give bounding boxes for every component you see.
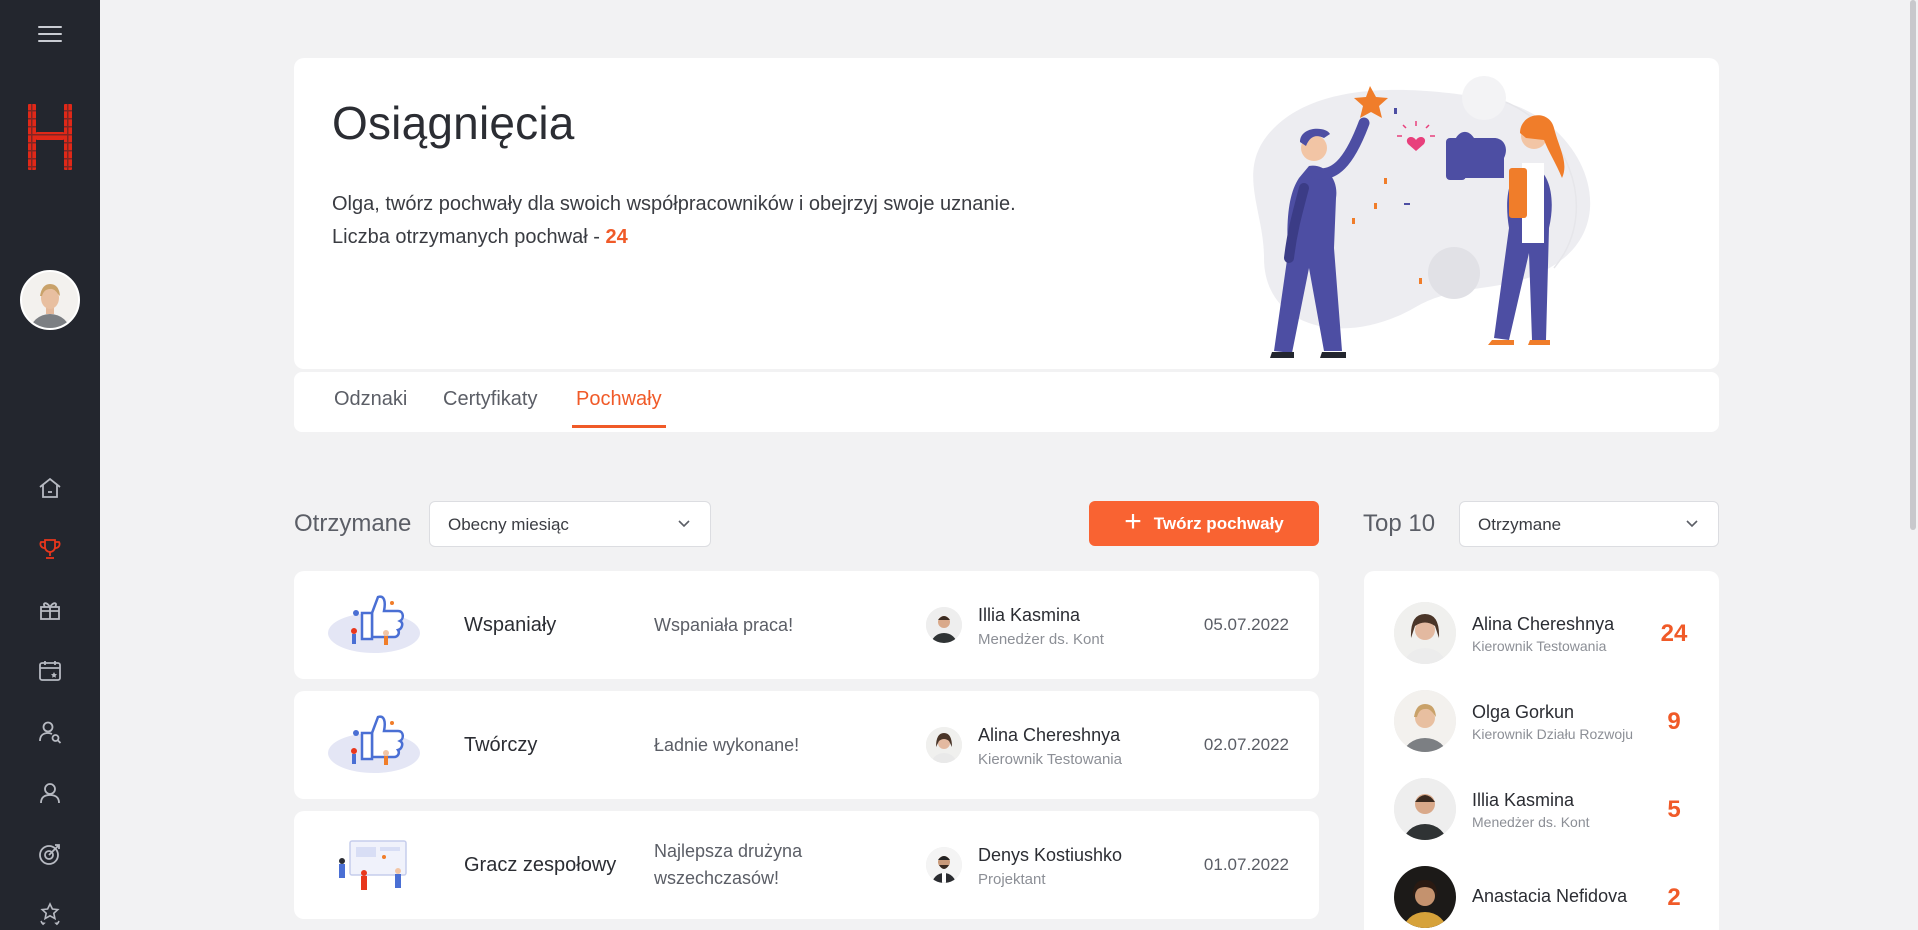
thumbs-up-illustration bbox=[328, 715, 420, 773]
hero-illustration bbox=[1253, 76, 1591, 358]
thumbs-up-illustration bbox=[328, 595, 420, 653]
home-icon[interactable] bbox=[36, 474, 64, 502]
stars-icon[interactable] bbox=[36, 900, 64, 928]
praise-date: 05.07.2022 bbox=[1203, 615, 1289, 634]
praise-title: Gracz zespołowy bbox=[464, 853, 617, 876]
top10-score: 9 bbox=[1667, 708, 1681, 735]
received-label: Otrzymane bbox=[294, 510, 412, 537]
top10-card: Alina Chereshnya Kierownik Testowania 24… bbox=[1364, 571, 1719, 930]
sender-avatar bbox=[926, 727, 962, 763]
top10-name: Alina Chereshnya bbox=[1472, 614, 1615, 634]
trophy-icon[interactable] bbox=[36, 535, 64, 563]
top10-avatar bbox=[1394, 866, 1456, 928]
top10-item[interactable]: Anastacia Nefidova 2 bbox=[1394, 866, 1694, 930]
praise-row[interactable]: Gracz zespołowy Najlepsza drużyna wszech… bbox=[294, 811, 1319, 919]
sender-name[interactable]: Denys Kostiushko bbox=[978, 845, 1122, 866]
team-player-illustration bbox=[339, 840, 407, 890]
praise-row[interactable]: Twórczy Ładnie wykonane! Alina Chereshny… bbox=[294, 691, 1319, 799]
tab-certificates[interactable]: Certyfikaty bbox=[443, 388, 537, 425]
plus-icon: + bbox=[1124, 505, 1142, 538]
achievements-hero-card: Osiągnięcia Olga, twórz pochwały dla swo… bbox=[294, 58, 1719, 369]
top10-select-value: Otrzymane bbox=[1478, 515, 1562, 534]
praise-date: 02.07.2022 bbox=[1203, 735, 1289, 754]
tab-praises[interactable]: Pochwały bbox=[572, 388, 666, 428]
praise-message: Najlepsza drużyna wszechczasów! bbox=[654, 841, 803, 888]
chevron-down-icon bbox=[678, 520, 690, 528]
top10-select[interactable]: Otrzymane bbox=[1459, 501, 1719, 547]
achievements-tabs: Odznaki Certyfikaty Pochwały bbox=[294, 372, 1719, 432]
target-icon[interactable] bbox=[36, 840, 64, 868]
period-select[interactable]: Obecny miesiąc bbox=[429, 501, 711, 547]
sender-info: Alina Chereshnya Kierownik Testowania bbox=[978, 725, 1122, 768]
calendar-star-icon[interactable] bbox=[36, 657, 64, 685]
praise-count: 24 bbox=[605, 226, 628, 248]
top10-role: Menedżer ds. Kont bbox=[1472, 814, 1590, 830]
praise-row[interactable]: Wspaniały Wspaniała praca! Illia Kasmina… bbox=[294, 571, 1319, 679]
scrollbar-thumb[interactable] bbox=[1910, 0, 1916, 530]
chevron-down-icon bbox=[1686, 520, 1698, 528]
top10-item[interactable]: Olga Gorkun Kierownik Działu Rozwoju 9 bbox=[1394, 690, 1694, 754]
top10-score: 5 bbox=[1667, 796, 1681, 823]
user-icon[interactable] bbox=[36, 779, 64, 807]
sender-info: Illia Kasmina Menedżer ds. Kont bbox=[978, 605, 1104, 648]
top10-name: Illia Kasmina bbox=[1472, 790, 1575, 810]
praise-message: Wspaniała praca! bbox=[654, 614, 794, 635]
top10-avatar bbox=[1394, 602, 1456, 664]
praise-title: Wspaniały bbox=[464, 613, 557, 636]
page-scrollbar[interactable] bbox=[1908, 0, 1918, 930]
praise-title: Twórczy bbox=[464, 733, 538, 756]
top10-label: Top 10 bbox=[1363, 510, 1436, 537]
top10-name: Olga Gorkun bbox=[1472, 702, 1575, 722]
top10-role: Kierownik Testowania bbox=[1472, 638, 1607, 654]
top10-score: 24 bbox=[1660, 620, 1688, 647]
create-praise-label: Twórz pochwały bbox=[1153, 513, 1284, 533]
top10-item[interactable]: Illia Kasmina Menedżer ds. Kont 5 bbox=[1394, 778, 1694, 842]
company-logo[interactable] bbox=[28, 104, 72, 170]
top10-name: Anastacia Nefidova bbox=[1472, 886, 1628, 906]
create-praise-button[interactable]: + Twórz pochwały bbox=[1089, 501, 1319, 546]
tab-badges[interactable]: Odznaki bbox=[334, 388, 407, 425]
praise-date: 01.07.2022 bbox=[1203, 855, 1289, 874]
praise-message: Ładnie wykonane! bbox=[654, 734, 800, 755]
period-select-value: Obecny miesiąc bbox=[448, 515, 569, 534]
top10-role: Kierownik Działu Rozwoju bbox=[1472, 726, 1634, 742]
user-avatar[interactable] bbox=[20, 270, 80, 330]
user-search-icon[interactable] bbox=[36, 718, 64, 746]
top10-avatar bbox=[1394, 778, 1456, 840]
page-title: Osiągnięcia bbox=[332, 97, 575, 149]
hero-line-2: Liczba otrzymanych pochwał - 24 bbox=[332, 221, 1016, 254]
gift-icon[interactable] bbox=[36, 596, 64, 624]
sender-avatar bbox=[926, 607, 962, 643]
top10-avatar bbox=[1394, 690, 1456, 752]
hero-line-1: Olga, twórz pochwały dla swoich współpra… bbox=[332, 193, 1016, 215]
sender-info: Denys Kostiushko Projektant bbox=[978, 845, 1122, 888]
sender-avatar bbox=[926, 847, 962, 883]
hamburger-menu-icon[interactable] bbox=[38, 26, 62, 46]
sender-name[interactable]: Illia Kasmina bbox=[978, 605, 1104, 626]
praise-count-label: Liczba otrzymanych pochwał - bbox=[332, 226, 606, 248]
hero-description: Olga, twórz pochwały dla swoich współpra… bbox=[332, 188, 1016, 254]
top10-item[interactable]: Alina Chereshnya Kierownik Testowania 24 bbox=[1394, 602, 1694, 666]
sender-name[interactable]: Alina Chereshnya bbox=[978, 725, 1122, 746]
sender-role: Projektant bbox=[978, 871, 1046, 888]
top10-score: 2 bbox=[1667, 884, 1681, 911]
sender-role: Kierownik Testowania bbox=[978, 751, 1122, 768]
sidebar bbox=[0, 0, 100, 930]
sender-role: Menedżer ds. Kont bbox=[978, 631, 1104, 648]
